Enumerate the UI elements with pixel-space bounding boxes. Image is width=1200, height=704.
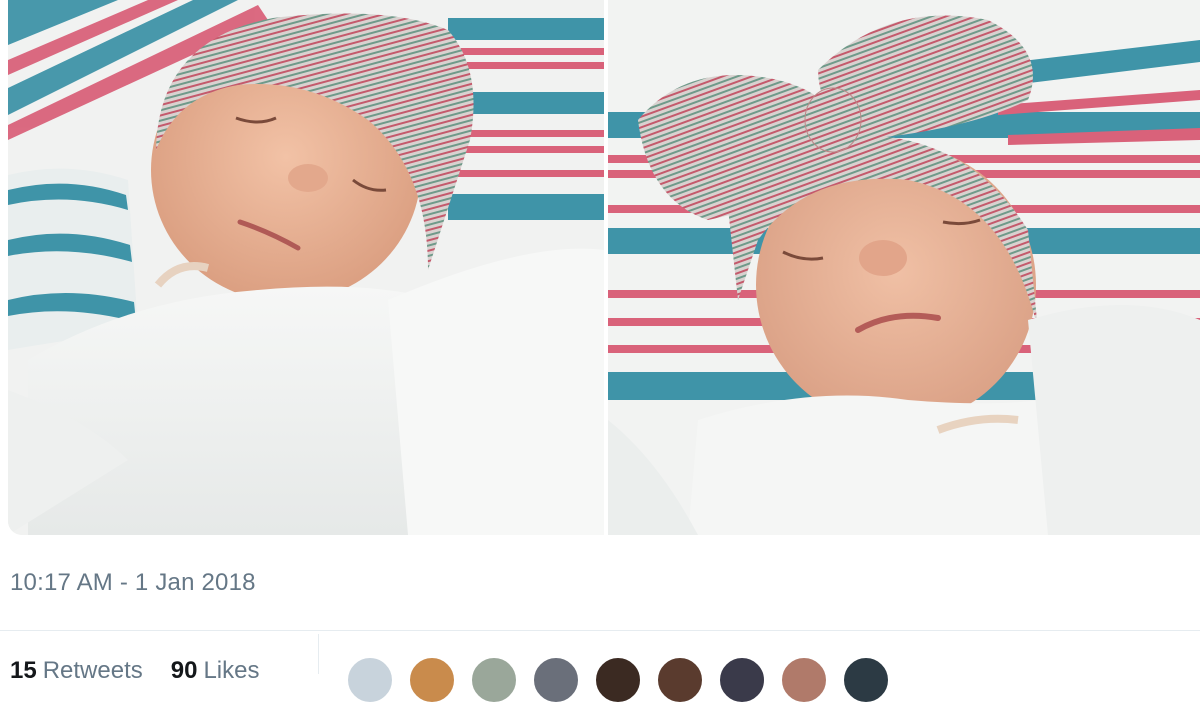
default-avatar[interactable] <box>346 656 394 704</box>
user-avatar-7[interactable] <box>718 656 766 704</box>
retweet-count: 15 <box>10 657 37 684</box>
retweets-label: Retweets <box>42 657 143 684</box>
user-avatar-6[interactable] <box>656 656 704 704</box>
baby-left-image <box>8 0 604 535</box>
user-avatar-5[interactable] <box>594 656 642 704</box>
tweet-media <box>8 0 1200 535</box>
likes-stat[interactable]: 90 Likes <box>171 657 260 684</box>
retweets-stat[interactable]: 15 Retweets <box>10 657 143 684</box>
photo-left[interactable] <box>8 0 604 535</box>
divider <box>0 630 1200 631</box>
user-avatar-8[interactable] <box>780 656 828 704</box>
tweet-timestamp[interactable]: 10:17 AM - 1 Jan 2018 <box>10 569 256 597</box>
likes-label: Likes <box>203 657 260 684</box>
stats-separator <box>318 634 319 674</box>
user-avatar-2[interactable] <box>408 656 456 704</box>
liker-avatars <box>346 656 890 704</box>
user-avatar-3[interactable] <box>470 656 518 704</box>
user-avatar-4[interactable] <box>532 656 580 704</box>
tweet-stats: 15 Retweets 90 Likes <box>10 657 259 687</box>
like-count: 90 <box>170 657 198 684</box>
photo-right[interactable] <box>608 0 1200 535</box>
baby-right-image <box>608 0 1200 535</box>
user-avatar-9[interactable] <box>842 656 890 704</box>
